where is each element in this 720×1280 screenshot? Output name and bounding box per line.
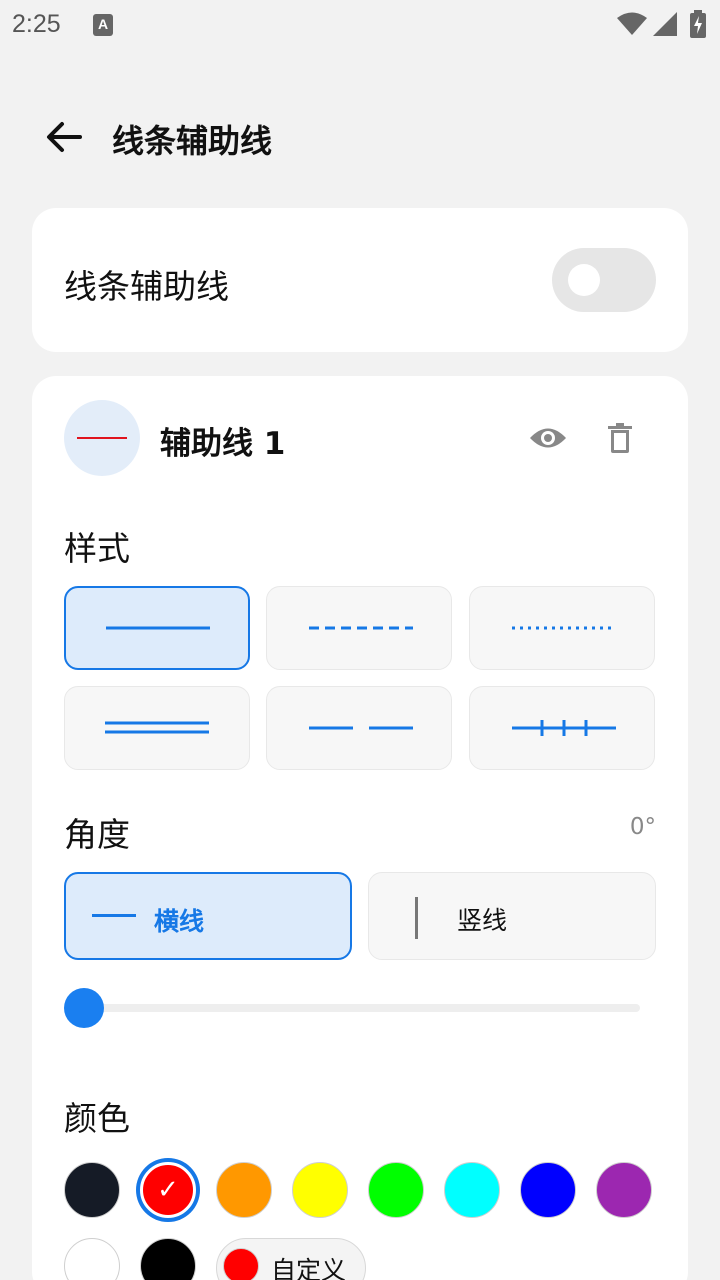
check-icon: ✓ [157,1175,179,1205]
trash-icon [608,423,632,453]
signal-icon [653,12,677,36]
color-swatch[interactable] [368,1162,424,1218]
back-button[interactable] [40,114,88,160]
color-swatch[interactable] [64,1238,120,1280]
page-title: 线条辅助线 [112,122,273,160]
slider-track [84,1004,640,1012]
orientation-vertical-label: 竖线 [457,906,508,935]
style-option-tick-marks[interactable] [469,686,655,770]
double-line-icon [105,721,209,734]
delete-button[interactable] [600,418,640,458]
style-option-long-dash[interactable] [266,686,452,770]
style-option-dotted[interactable] [469,586,655,670]
status-time: 2:25 [12,10,61,38]
dotted-line-icon [512,626,616,630]
arrow-back-icon [47,122,82,152]
horizontal-line-icon [92,914,136,917]
battery-charging-icon [690,10,706,38]
dashed-line-icon [309,626,413,630]
master-toggle-card: 线条辅助线 [32,208,688,352]
style-section-label: 样式 [64,529,130,568]
solid-line-icon [106,626,210,630]
color-swatch[interactable] [292,1162,348,1218]
vertical-line-icon [415,897,418,939]
color-swatch[interactable] [140,1238,196,1280]
custom-color-button[interactable]: 自定义 [216,1238,366,1280]
orientation-vertical-button[interactable]: 竖线 [368,872,656,960]
angle-value: 0° [629,814,656,840]
style-option-solid[interactable] [64,586,250,670]
status-bar: 2:25 A [0,0,720,52]
color-swatch[interactable] [444,1162,500,1218]
eye-icon [530,428,566,448]
custom-color-label: 自定义 [271,1256,347,1280]
wifi-icon [617,12,647,35]
notification-a-icon: A [93,14,113,36]
angle-section-label: 角度 [64,815,130,854]
guide-line-name: 辅助线 1 [160,426,286,462]
color-swatch[interactable] [520,1162,576,1218]
visibility-button[interactable] [526,418,570,458]
long-dash-line-icon [309,726,413,730]
angle-slider[interactable] [64,988,640,1028]
custom-color-dot [223,1248,259,1280]
guide-line-card: 辅助线 1 样式 角度 0° 横线 竖线 颜色 ✓ 自定义 [32,376,688,1280]
style-option-dashed[interactable] [266,586,452,670]
orientation-horizontal-label: 横线 [154,907,205,936]
guide-line-preview [64,400,140,476]
app-bar: 线条辅助线 [0,100,720,172]
toggle-knob [568,264,600,296]
slider-thumb[interactable] [64,988,104,1028]
guide-line-preview-stroke [77,437,127,439]
color-swatch[interactable]: ✓ [140,1162,196,1218]
color-swatch[interactable] [596,1162,652,1218]
tick-mark-line-icon [512,720,616,736]
color-section-label: 颜色 [64,1099,130,1138]
master-toggle-label: 线条辅助线 [64,267,229,306]
color-swatch[interactable] [64,1162,120,1218]
style-option-double[interactable] [64,686,250,770]
orientation-horizontal-button[interactable]: 横线 [64,872,352,960]
master-toggle-switch[interactable] [552,248,656,312]
color-swatch[interactable] [216,1162,272,1218]
